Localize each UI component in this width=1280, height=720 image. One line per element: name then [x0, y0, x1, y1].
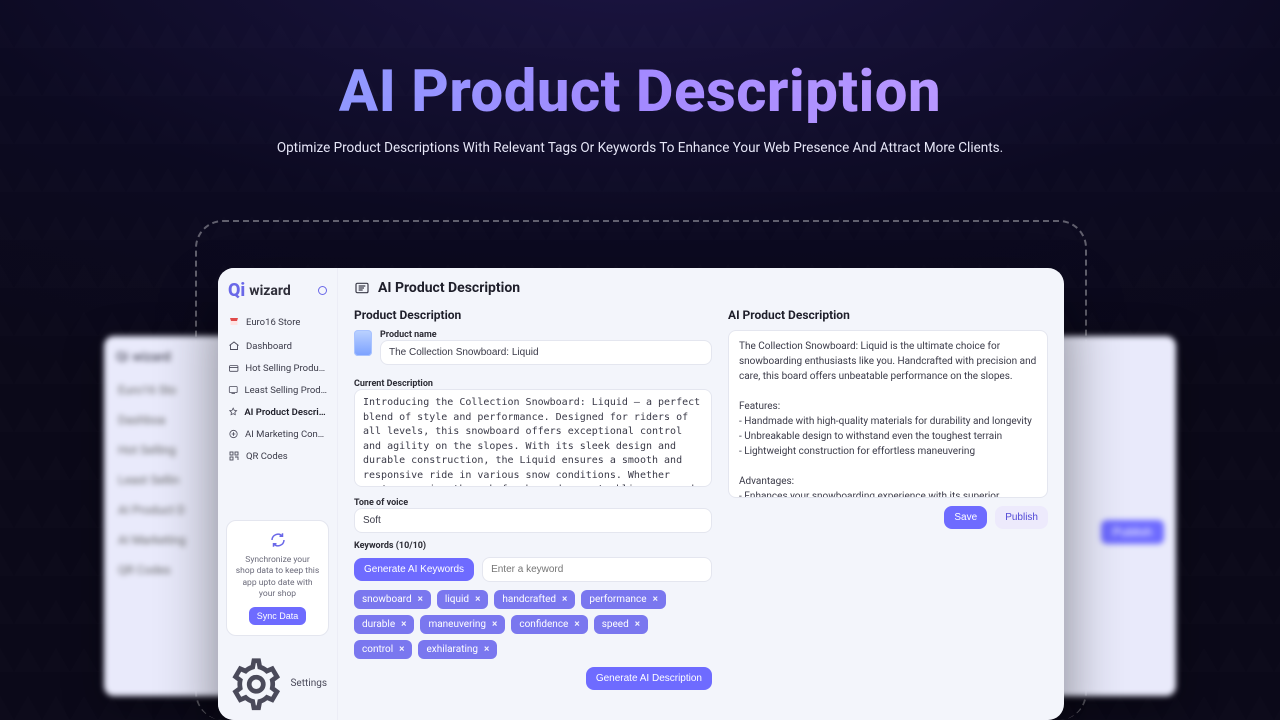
nav-icon-3 [228, 406, 238, 418]
blur-logo-mark: Qi [116, 350, 128, 365]
keyword-chip-label: handcrafted [502, 594, 556, 605]
keyword-chip-label: control [362, 644, 393, 655]
hero-subtitle: Optimize Product Descriptions With Relev… [0, 140, 1280, 156]
keyword-chip-performance[interactable]: performance × [581, 590, 666, 609]
settings-label: Settings [290, 678, 327, 689]
chip-remove-icon[interactable]: × [418, 594, 423, 605]
generate-keywords-button[interactable]: Generate AI Keywords [354, 558, 474, 581]
keyword-chip-label: performance [589, 594, 646, 605]
keyword-chip-label: confidence [519, 619, 568, 630]
page-header: AI Product Description [338, 268, 1064, 304]
sidebar-item-label: Hot Selling Products [245, 363, 327, 374]
chip-remove-icon[interactable]: × [399, 644, 404, 655]
sidebar-item-4[interactable]: AI Marketing Content [224, 423, 331, 445]
chip-remove-icon[interactable]: × [401, 619, 406, 630]
chip-remove-icon[interactable]: × [635, 619, 640, 630]
store-icon [228, 316, 240, 328]
sync-icon [269, 531, 287, 549]
product-name-label: Product name [380, 330, 712, 340]
nav-icon-2 [228, 384, 239, 396]
keyword-chip-label: snowboard [362, 594, 412, 605]
product-thumbnail [354, 330, 372, 356]
tone-label: Tone of voice [354, 498, 712, 508]
keyword-chip-liquid[interactable]: liquid × [437, 590, 488, 609]
chip-remove-icon[interactable]: × [475, 594, 480, 605]
chip-remove-icon[interactable]: × [574, 619, 579, 630]
sidebar-item-5[interactable]: QR Codes [224, 445, 331, 467]
chip-remove-icon[interactable]: × [653, 594, 658, 605]
keyword-chip-confidence[interactable]: confidence × [511, 615, 587, 634]
sync-text: Synchronize your shop data to keep this … [235, 555, 320, 601]
app-window: Qi wizard Euro16 Store Dashboard Hot Sell… [218, 268, 1064, 720]
panel-right: AI Product Description The Collection Sn… [728, 308, 1048, 710]
sidebar-item-label: AI Product Description [244, 407, 327, 418]
product-name-input[interactable] [380, 340, 712, 365]
store-row[interactable]: Euro16 Store [224, 311, 331, 333]
sidebar: Qi wizard Euro16 Store Dashboard Hot Sell… [218, 268, 338, 720]
keyword-chips: snowboard×liquid×handcrafted×performance… [354, 590, 712, 659]
hero: AI Product Description Optimize Product … [0, 0, 1280, 156]
ai-description-box[interactable]: The Collection Snowboard: Liquid is the … [728, 330, 1048, 498]
product-head: Product name [354, 330, 712, 365]
sidebar-item-label: QR Codes [246, 451, 288, 462]
keyword-chip-durable[interactable]: durable × [354, 615, 414, 634]
sidebar-item-2[interactable]: Least Selling Products [224, 379, 331, 401]
panel-left: Product Description Product name Current… [354, 308, 712, 710]
save-button[interactable]: Save [944, 506, 987, 529]
keyword-chip-handcrafted[interactable]: handcrafted × [494, 590, 575, 609]
sync-card: Synchronize your shop data to keep this … [226, 520, 329, 636]
page-header-icon [354, 280, 370, 296]
keyword-chip-speed[interactable]: speed × [594, 615, 648, 634]
current-description-textarea[interactable]: Introducing the Collection Snowboard: Li… [354, 389, 712, 487]
chip-remove-icon[interactable]: × [484, 644, 489, 655]
nav-list: Euro16 Store [218, 309, 337, 333]
publish-button[interactable]: Publish [995, 506, 1048, 529]
page-title: AI Product Description [378, 280, 520, 296]
content: Product Description Product name Current… [338, 304, 1064, 720]
sidebar-item-label: AI Marketing Content [245, 429, 327, 440]
chip-remove-icon[interactable]: × [492, 619, 497, 630]
current-description-label: Current Description [354, 379, 712, 389]
tone-select[interactable] [354, 508, 712, 533]
generate-description-button[interactable]: Generate AI Description [586, 667, 712, 690]
blur-logo-word: wizard [132, 350, 170, 365]
logo-mark: Qi [228, 280, 245, 301]
blur-publish-button: Publish [1101, 520, 1164, 544]
sidebar-item-0[interactable]: Dashboard [224, 335, 331, 357]
keyword-chip-maneuvering[interactable]: maneuvering × [420, 615, 505, 634]
keyword-chip-exhilarating[interactable]: exhilarating × [418, 640, 497, 659]
keyword-chip-label: liquid [445, 594, 469, 605]
keyword-chip-label: maneuvering [428, 619, 486, 630]
nav-icon-0 [228, 340, 240, 352]
keyword-chip-control[interactable]: control × [354, 640, 412, 659]
keyword-chip-label: speed [602, 619, 629, 630]
sidebar-item-label: Dashboard [246, 341, 292, 352]
nav-icon-1 [228, 362, 239, 374]
logo-badge-icon [318, 286, 327, 295]
nav-items: Dashboard Hot Selling Products Least Selli… [218, 333, 337, 467]
keyword-chip-snowboard[interactable]: snowboard × [354, 590, 431, 609]
nav-icon-5 [228, 450, 240, 462]
sidebar-item-1[interactable]: Hot Selling Products [224, 357, 331, 379]
sync-button[interactable]: Sync Data [249, 607, 307, 625]
keywords-label: Keywords (10/10) [354, 541, 712, 551]
sidebar-item-3[interactable]: AI Product Description [224, 401, 331, 423]
store-name: Euro16 Store [246, 317, 300, 328]
sidebar-item-label: Least Selling Products [245, 385, 328, 396]
keyword-input[interactable] [482, 557, 712, 582]
gear-icon [228, 656, 284, 712]
right-panel-title: AI Product Description [728, 308, 1048, 322]
chip-remove-icon[interactable]: × [562, 594, 567, 605]
app-logo: Qi wizard [218, 268, 337, 309]
left-panel-title: Product Description [354, 308, 712, 322]
main: AI Product Description Product Descripti… [338, 268, 1064, 720]
hero-title: AI Product Description [0, 58, 1280, 126]
keyword-chip-label: exhilarating [426, 644, 478, 655]
nav-icon-4 [228, 428, 239, 440]
settings-row[interactable]: Settings [218, 648, 337, 720]
logo-word: wizard [249, 283, 290, 299]
keyword-chip-label: durable [362, 619, 395, 630]
